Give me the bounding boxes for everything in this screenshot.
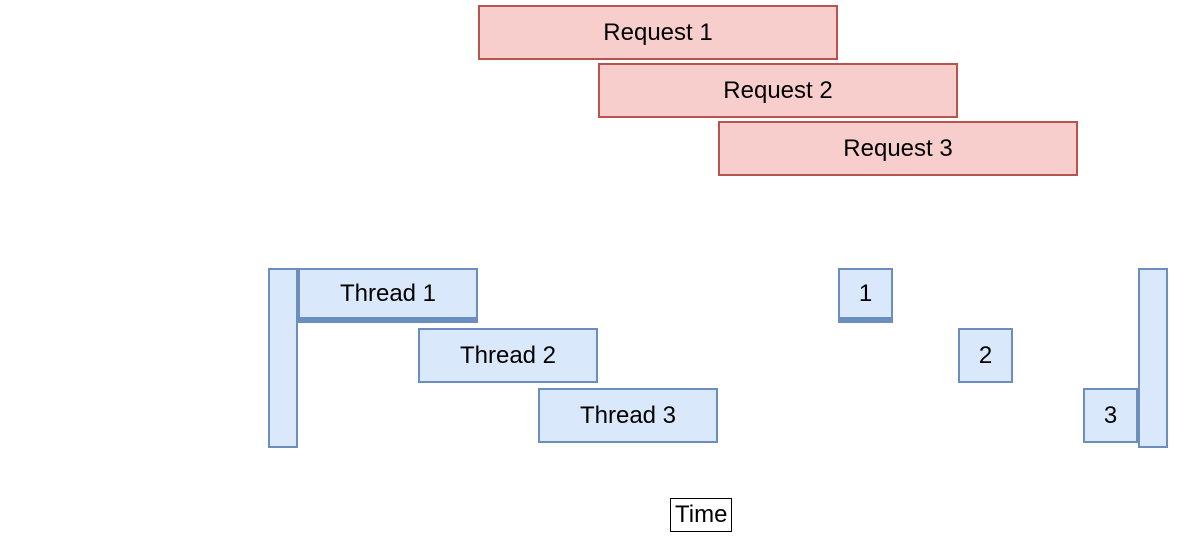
thread-short-1-box: 1 <box>838 268 893 323</box>
thread-2-box: Thread 2 <box>418 328 598 383</box>
request-2-box: Request 2 <box>598 63 958 118</box>
thread-short-3-label: 3 <box>1104 402 1117 430</box>
thread-group-1-parent <box>268 268 298 448</box>
thread-1-box: Thread 1 <box>298 268 478 323</box>
request-3-box: Request 3 <box>718 121 1078 176</box>
request-1-box: Request 1 <box>478 5 838 60</box>
thread-2-label: Thread 2 <box>460 342 556 370</box>
request-3-label: Request 3 <box>843 135 952 163</box>
thread-short-2-label: 2 <box>979 342 992 370</box>
thread-short-1-label: 1 <box>859 280 872 308</box>
thread-short-2-box: 2 <box>958 328 1013 383</box>
request-1-label: Request 1 <box>603 19 712 47</box>
time-axis-label: Time <box>670 498 732 532</box>
thread-1-label: Thread 1 <box>340 280 436 308</box>
thread-3-label: Thread 3 <box>580 402 676 430</box>
thread-short-3-box: 3 <box>1083 388 1138 443</box>
time-text: Time <box>675 501 727 528</box>
thread-3-box: Thread 3 <box>538 388 718 443</box>
thread-group-2-parent <box>1138 268 1168 448</box>
request-2-label: Request 2 <box>723 77 832 105</box>
